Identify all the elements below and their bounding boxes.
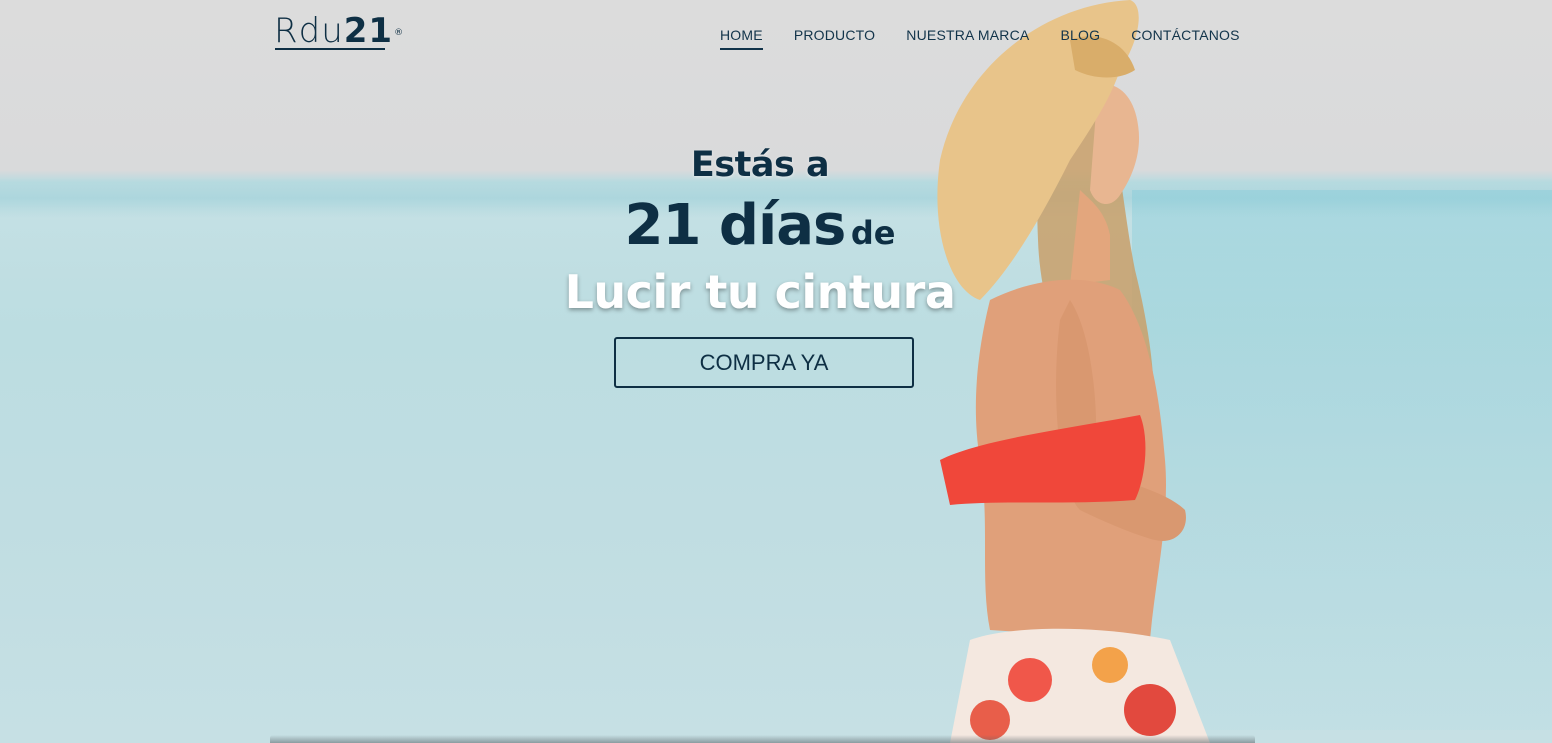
hero-woman-image xyxy=(937,0,1210,743)
main-nav: HOME PRODUCTO NUESTRA MARCA BLOG CONTÁCT… xyxy=(720,26,1271,50)
hero-headline-line2: 21 días de xyxy=(540,193,980,258)
nav-item-blog[interactable]: BLOG xyxy=(1060,26,1100,44)
nav-item-home[interactable]: HOME xyxy=(720,26,763,50)
hero-days-text: 21 días xyxy=(624,193,846,258)
registered-mark: ® xyxy=(394,28,405,38)
logo-text-bold: 21 xyxy=(343,11,394,51)
content-strip xyxy=(270,735,1255,743)
nav-item-nuestra-marca[interactable]: NUESTRA MARCA xyxy=(906,26,1029,44)
nav-item-contactanos[interactable]: CONTÁCTANOS xyxy=(1131,26,1240,44)
logo-underline xyxy=(275,48,385,50)
buy-now-button[interactable]: COMPRA YA xyxy=(614,337,914,388)
nav-item-producto[interactable]: PRODUCTO xyxy=(794,26,875,44)
brand-logo[interactable]: Rdu21® xyxy=(274,12,404,50)
hero-de-text: de xyxy=(850,214,896,252)
hero-headline-line1: Estás a xyxy=(690,145,830,185)
logo-text-light: Rdu xyxy=(274,11,344,51)
hero-headline-line3: Lucir tu cintura xyxy=(564,265,956,319)
